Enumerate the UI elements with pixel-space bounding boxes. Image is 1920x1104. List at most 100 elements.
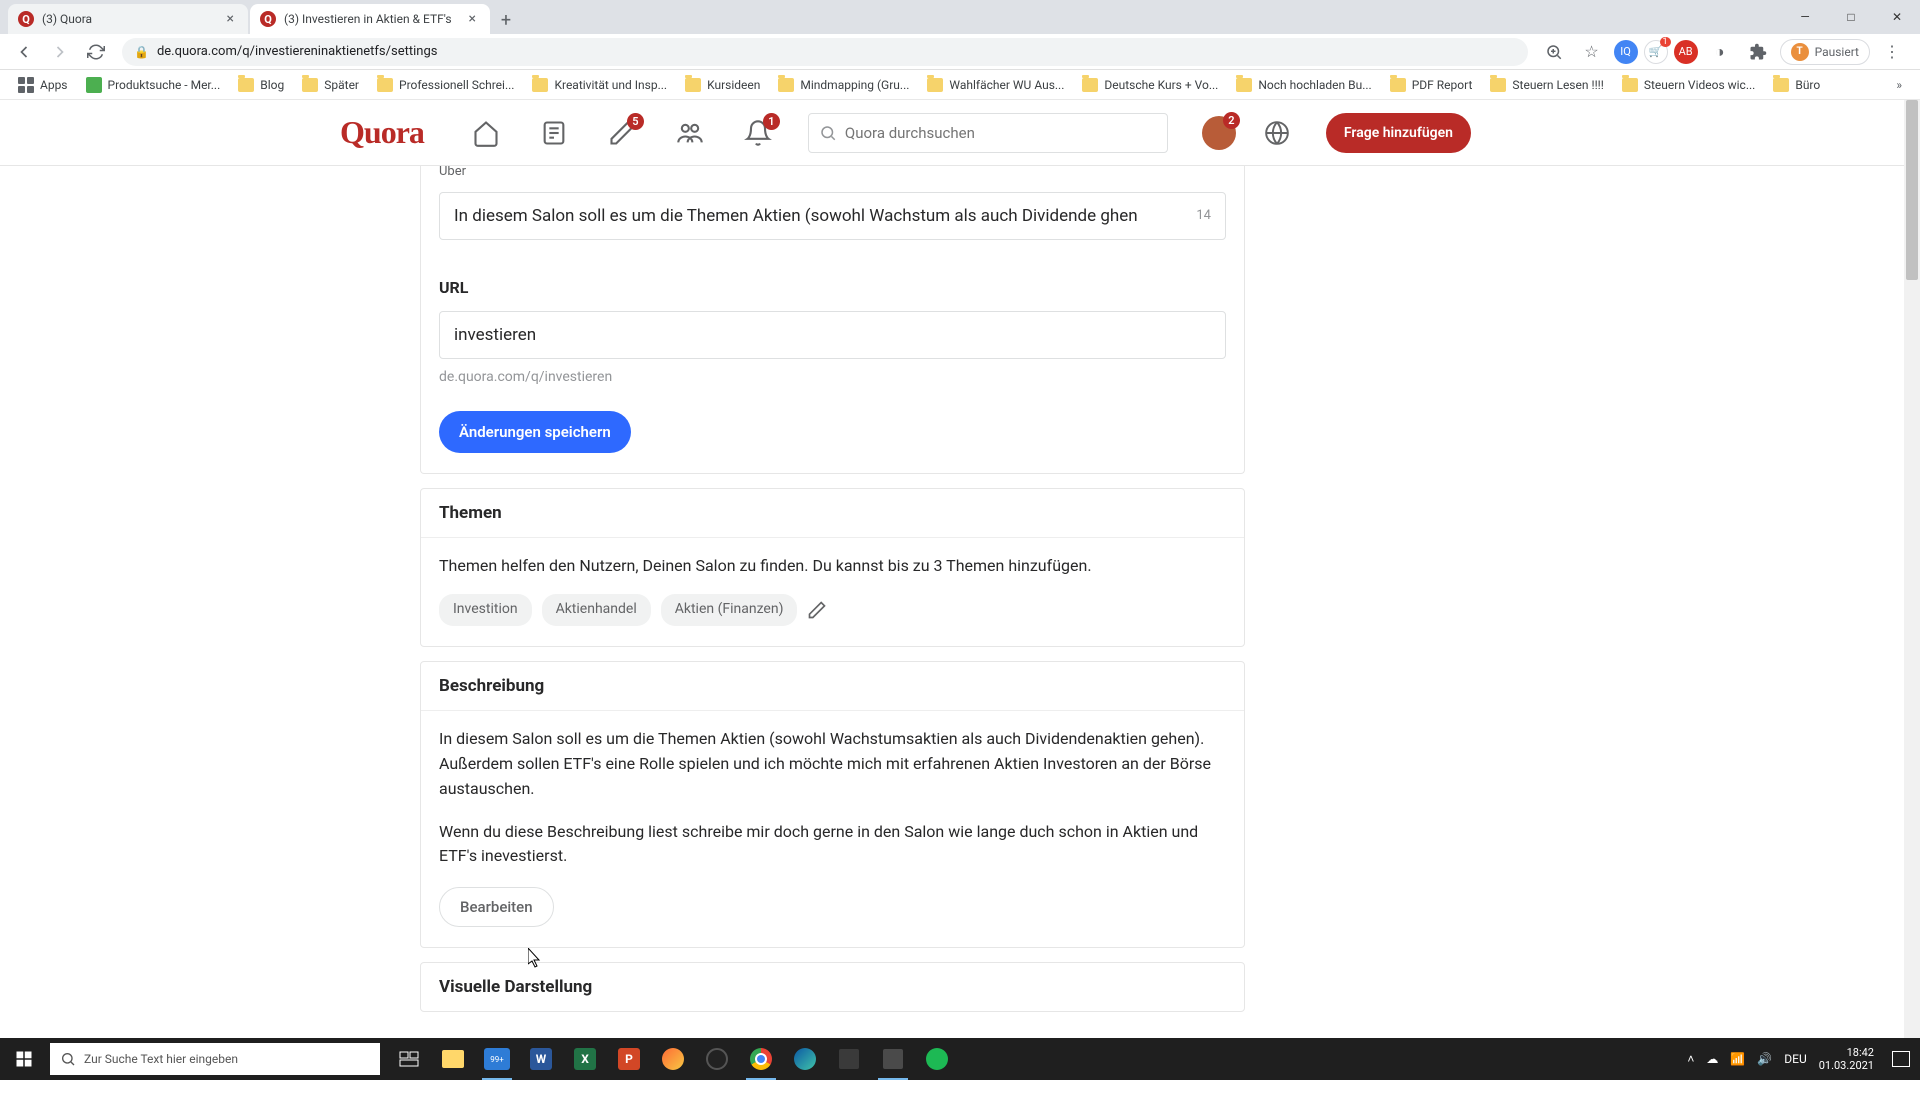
- save-changes-button[interactable]: Änderungen speichern: [439, 411, 631, 453]
- bookmark-folder[interactable]: Steuern Videos wic...: [1614, 74, 1763, 96]
- browser-tab-active[interactable]: Q (3) Investieren in Aktien & ETF's ×: [250, 4, 490, 34]
- extension-icon[interactable]: 🛒1: [1644, 40, 1668, 64]
- taskbar-search[interactable]: Zur Suche Text hier eingeben: [50, 1043, 380, 1075]
- extension-icon[interactable]: ◑: [1704, 36, 1736, 68]
- close-icon[interactable]: ×: [465, 11, 480, 27]
- pencil-icon[interactable]: [807, 600, 827, 620]
- section-desc: Themen helfen den Nutzern, Deinen Salon …: [439, 554, 1226, 579]
- system-tray: ˄ ☁ 📶 🔊 DEU 18:42 01.03.2021: [1687, 1046, 1920, 1072]
- start-button[interactable]: [0, 1038, 48, 1080]
- wifi-icon[interactable]: 📶: [1730, 1052, 1745, 1066]
- excel-icon[interactable]: X: [564, 1038, 606, 1080]
- app-icon[interactable]: [652, 1038, 694, 1080]
- file-explorer-icon[interactable]: [432, 1038, 474, 1080]
- bookmark-folder[interactable]: Noch hochladen Bu...: [1228, 74, 1379, 96]
- extensions-menu-icon[interactable]: [1742, 36, 1774, 68]
- bookmark-folder[interactable]: Steuern Lesen !!!!: [1482, 74, 1611, 96]
- bookmark-folder[interactable]: PDF Report: [1382, 74, 1481, 96]
- browser-tab[interactable]: Q (3) Quora ×: [8, 4, 248, 34]
- menu-icon[interactable]: ⋮: [1876, 36, 1908, 68]
- description-paragraph: In diesem Salon soll es um die Themen Ak…: [439, 727, 1226, 801]
- settings-card-beschreibung: Beschreibung In diesem Salon soll es um …: [420, 661, 1245, 948]
- star-icon[interactable]: ☆: [1576, 36, 1608, 68]
- globe-icon[interactable]: [1260, 116, 1294, 150]
- badge: 1: [763, 113, 780, 130]
- edge-icon[interactable]: [784, 1038, 826, 1080]
- quora-favicon: Q: [18, 11, 34, 27]
- reload-button[interactable]: [80, 36, 112, 68]
- scrollbar[interactable]: [1904, 100, 1920, 1038]
- obs-icon[interactable]: [696, 1038, 738, 1080]
- bookmark-folder[interactable]: Professionell Schrei...: [369, 74, 522, 96]
- edit-button[interactable]: Bearbeiten: [439, 887, 554, 927]
- badge: 2: [1223, 112, 1240, 129]
- minimize-button[interactable]: —: [1782, 0, 1828, 34]
- bookmark-folder[interactable]: Blog: [230, 74, 292, 96]
- bookmark-folder[interactable]: Später: [294, 74, 367, 96]
- close-window-button[interactable]: ✕: [1874, 0, 1920, 34]
- url-input[interactable]: investieren: [439, 311, 1226, 359]
- volume-icon[interactable]: 🔊: [1757, 1052, 1772, 1066]
- back-button[interactable]: [8, 36, 40, 68]
- scroll-thumb[interactable]: [1906, 100, 1918, 280]
- search-input[interactable]: [845, 124, 1157, 142]
- bookmark-item[interactable]: Produktsuche - Mer...: [78, 73, 229, 97]
- field-label-url: URL: [439, 276, 1226, 301]
- following-icon[interactable]: [532, 111, 576, 155]
- tray-chevron-icon[interactable]: ˄: [1687, 1052, 1694, 1066]
- uber-input[interactable]: In diesem Salon soll es um die Themen Ak…: [439, 192, 1226, 240]
- bookmark-folder[interactable]: Büro: [1765, 74, 1828, 96]
- clock[interactable]: 18:42 01.03.2021: [1819, 1046, 1880, 1072]
- topic-chip[interactable]: Aktien (Finanzen): [661, 594, 798, 626]
- language-indicator[interactable]: DEU: [1784, 1052, 1806, 1066]
- url-field[interactable]: 🔒 de.quora.com/q/investiereninaktienetfs…: [122, 38, 1528, 66]
- quora-header: Quora 5 1 2: [0, 100, 1920, 166]
- new-tab-button[interactable]: +: [492, 6, 520, 34]
- quora-logo[interactable]: Quora: [340, 114, 424, 151]
- settings-card-visuelle: Visuelle Darstellung: [420, 962, 1245, 1012]
- word-icon[interactable]: W: [520, 1038, 562, 1080]
- bookmark-folder[interactable]: Wahlfächer WU Aus...: [919, 74, 1072, 96]
- chrome-icon[interactable]: [740, 1038, 782, 1080]
- lock-icon: 🔒: [134, 45, 149, 59]
- url-helper: de.quora.com/q/investieren: [439, 367, 1226, 389]
- adblock-icon[interactable]: AB: [1674, 40, 1698, 64]
- app-icon[interactable]: [828, 1038, 870, 1080]
- calendar-icon[interactable]: 99+: [476, 1038, 518, 1080]
- extension-icon[interactable]: IQ: [1614, 40, 1638, 64]
- section-title: Beschreibung: [421, 662, 1244, 711]
- forward-button[interactable]: [44, 36, 76, 68]
- apps-button[interactable]: Apps: [10, 73, 76, 97]
- bookmark-folder[interactable]: Deutsche Kurs + Vo...: [1074, 74, 1226, 96]
- zoom-icon[interactable]: [1538, 36, 1570, 68]
- task-view-icon[interactable]: [388, 1038, 430, 1080]
- avatar[interactable]: 2: [1202, 116, 1236, 150]
- notifications-icon[interactable]: 1: [736, 111, 780, 155]
- home-icon[interactable]: [464, 111, 508, 155]
- spaces-icon[interactable]: [668, 111, 712, 155]
- ask-question-button[interactable]: Frage hinzufügen: [1326, 113, 1471, 153]
- close-icon[interactable]: ×: [223, 11, 238, 27]
- spotify-icon[interactable]: [916, 1038, 958, 1080]
- page-content: Über In diesem Salon soll es um die Them…: [0, 166, 1920, 1104]
- settings-card-about: Über In diesem Salon soll es um die Them…: [420, 166, 1245, 474]
- bookmark-folder[interactable]: Mindmapping (Gru...: [770, 74, 917, 96]
- notifications-icon[interactable]: [1892, 1051, 1910, 1067]
- description-paragraph: Wenn du diese Beschreibung liest schreib…: [439, 820, 1226, 870]
- app-icon[interactable]: [872, 1038, 914, 1080]
- topic-chip[interactable]: Aktienhandel: [542, 594, 651, 626]
- window-controls: — □ ✕: [1782, 0, 1920, 34]
- search-box[interactable]: [808, 113, 1168, 153]
- maximize-button[interactable]: □: [1828, 0, 1874, 34]
- url-value: investieren: [454, 322, 536, 348]
- topic-chip[interactable]: Investition: [439, 594, 532, 626]
- onedrive-icon[interactable]: ☁: [1706, 1052, 1718, 1066]
- answer-icon[interactable]: 5: [600, 111, 644, 155]
- bookmark-folder[interactable]: Kursideen: [677, 74, 768, 96]
- powerpoint-icon[interactable]: P: [608, 1038, 650, 1080]
- bookmarks-bar: Apps Produktsuche - Mer... Blog Später P…: [0, 70, 1920, 100]
- profile-chip[interactable]: T Pausiert: [1780, 39, 1870, 65]
- bookmark-folder[interactable]: Kreativität und Insp...: [524, 74, 675, 96]
- bookmarks-overflow[interactable]: »: [1888, 78, 1910, 92]
- address-bar: 🔒 de.quora.com/q/investiereninaktienetfs…: [0, 34, 1920, 70]
